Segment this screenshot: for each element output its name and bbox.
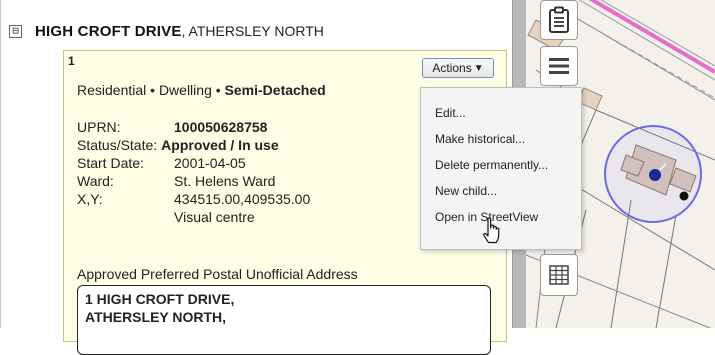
xy-label: X,Y: [77, 191, 103, 207]
record-number: 1 [68, 54, 75, 68]
address-line-1: 1 HIGH CROFT DRIVE, [85, 291, 235, 307]
start-date-value: 2001-04-05 [174, 155, 246, 171]
menu-item-make-historical[interactable]: Make historical... [435, 132, 525, 146]
classification-type: Semi-Detached [224, 82, 326, 98]
grid-icon [549, 265, 569, 285]
menu-icon [549, 58, 569, 74]
property-details: UPRN: 100050628758 Status/State: Approve… [77, 118, 310, 226]
uprn-value: 100050628758 [174, 119, 268, 135]
uprn-label: UPRN: [77, 119, 121, 135]
menu-item-delete-permanently[interactable]: Delete permanently... [435, 158, 548, 172]
menu-item-new-child[interactable]: New child... [435, 184, 497, 198]
street-header: ⊟ HIGH CROFT DRIVE , ATHERSLEY NORTH [9, 20, 509, 42]
hand-cursor-icon [483, 217, 500, 244]
street-name: HIGH CROFT DRIVE [35, 22, 182, 40]
menu-tool-button[interactable] [540, 46, 578, 86]
xy-value: 434515.00,409535.00 [174, 191, 311, 207]
collapse-toggle-button[interactable]: ⊟ [9, 24, 22, 38]
menu-item-edit[interactable]: Edit... [435, 106, 466, 120]
address-type-label: Approved Preferred Postal Unofficial Add… [77, 266, 358, 282]
ward-label: Ward: [77, 173, 114, 189]
address-box[interactable]: 1 HIGH CROFT DRIVE, ATHERSLEY NORTH, [77, 285, 491, 355]
street-locality: , ATHERSLEY NORTH [181, 23, 324, 39]
caret-down-icon: ▼ [473, 62, 484, 74]
ward-value: St. Helens Ward [174, 173, 276, 189]
start-date-label: Start Date: [77, 155, 144, 171]
grid-tool-button[interactable] [540, 254, 578, 296]
status-label: Status/State: [77, 137, 158, 153]
actions-dropdown-button[interactable]: Actions ▼ [422, 58, 494, 78]
actions-button-label: Actions [432, 61, 472, 75]
clipboard-tool-button[interactable] [540, 0, 578, 40]
address-line-2: ATHERSLEY NORTH, [85, 309, 227, 325]
clipboard-icon [549, 6, 569, 33]
status-value: Approved / In use [161, 137, 279, 153]
classification-prefix: Residential • Dwelling • [77, 82, 225, 98]
xy-note: Visual centre [174, 209, 255, 225]
property-classification: Residential • Dwelling • Semi-Detached [77, 82, 326, 98]
